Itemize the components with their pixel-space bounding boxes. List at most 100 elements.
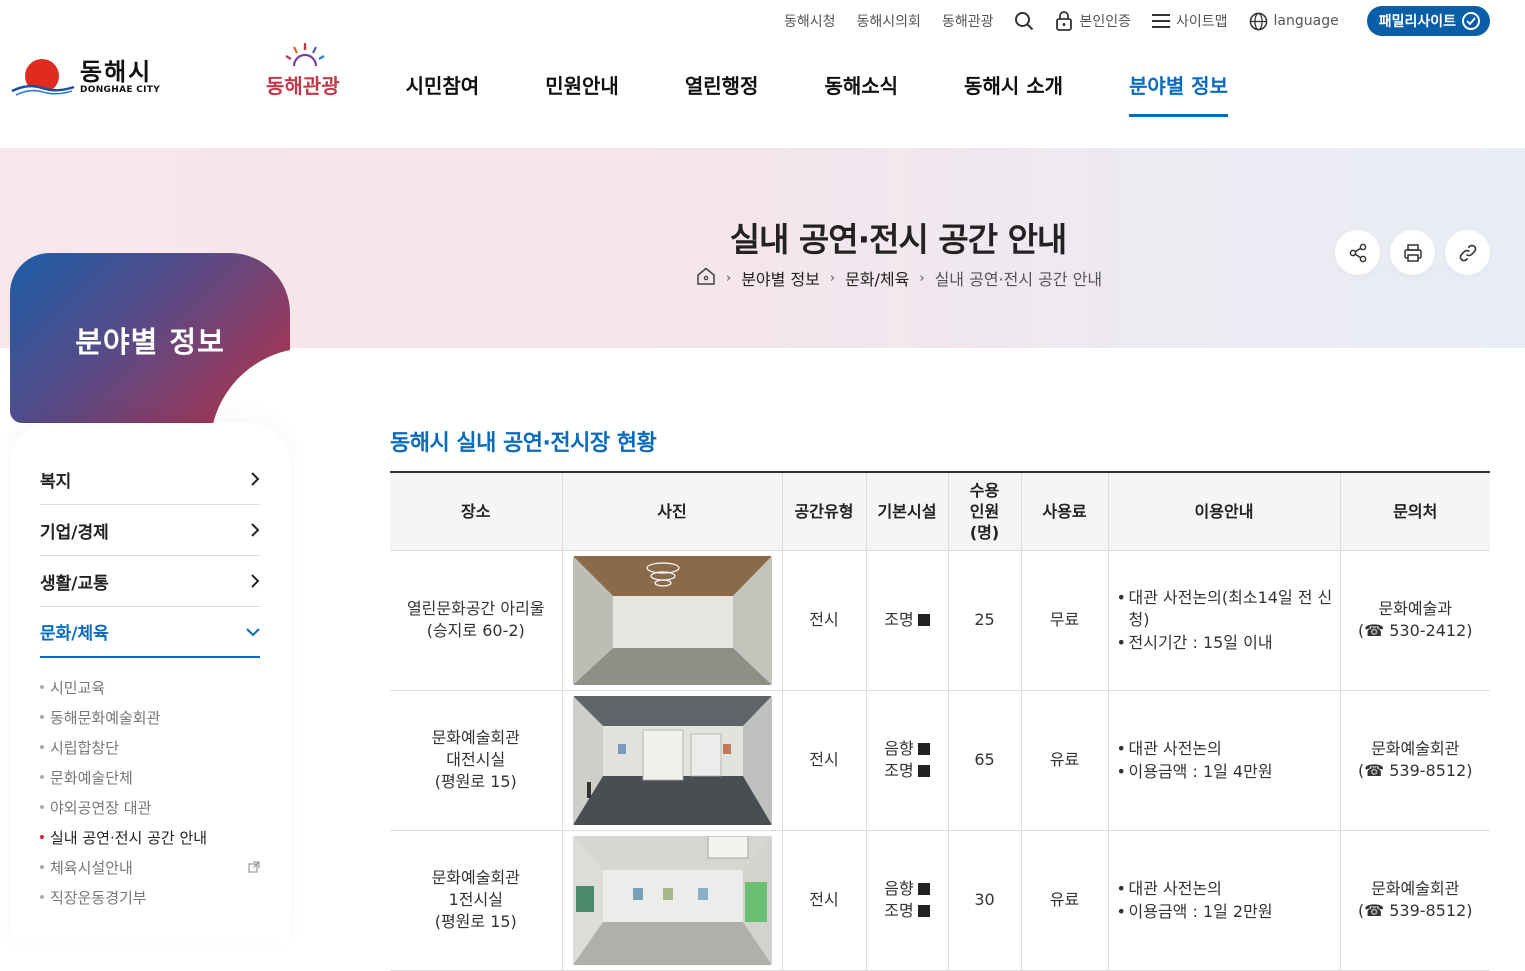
- active-indicator: [1129, 114, 1228, 117]
- language-label: language: [1273, 13, 1339, 29]
- globe-icon: [1249, 12, 1268, 31]
- square-icon: [917, 883, 930, 895]
- sidebar-item-label: 생활/교통: [40, 573, 109, 594]
- sidebar-item-label: 복지: [40, 471, 72, 492]
- table-row: 문화예술회관 대전시실 (평원로 15) 전시 음향 조명 65 유료 • 대관…: [390, 690, 1490, 831]
- sidebar-item-culture[interactable]: 문화/체육: [40, 607, 260, 658]
- gallery-photo[interactable]: [572, 695, 772, 825]
- place-name: 문화예술회관: [431, 728, 520, 747]
- submenu-label: 야외공연장 대관: [50, 798, 152, 817]
- language-link[interactable]: language: [1249, 12, 1339, 31]
- sitemap-label: 사이트맵: [1176, 14, 1228, 30]
- facility-label: 음향: [884, 879, 914, 898]
- auth-link[interactable]: 본인인증: [1055, 11, 1131, 31]
- copy-link-button[interactable]: [1445, 230, 1490, 275]
- nav-open-admin[interactable]: 열린행정: [685, 70, 759, 99]
- search-icon: [1015, 12, 1034, 31]
- cell-guide: 대관 사전논의(최소14일 전 신청) 전시기간 : 15일 이내: [1108, 550, 1341, 691]
- submenu-item[interactable]: 야외공연장 대관: [40, 792, 260, 822]
- cell-capacity: 65: [948, 690, 1022, 831]
- cell-photo: [562, 830, 783, 971]
- link-tourism[interactable]: 동해관광: [942, 11, 994, 31]
- nav-about[interactable]: 동해시 소개: [964, 70, 1063, 99]
- cell-facilities: 음향 조명: [866, 830, 949, 971]
- submenu-label: 시립합창단: [50, 738, 120, 757]
- facility-item: 조명: [867, 900, 948, 922]
- cell-type: 전시: [782, 690, 867, 831]
- chevron-right-icon: ›: [726, 270, 732, 286]
- breadcrumb-item[interactable]: 분야별 정보: [741, 266, 820, 290]
- bullet: [40, 805, 44, 809]
- header-fee: 사용료: [1021, 471, 1109, 551]
- submenu-item[interactable]: 문화예술단체: [40, 762, 260, 792]
- breadcrumb: › 분야별 정보 › 문화/체육 › 실내 공연·전시 공간 안내: [696, 266, 1102, 290]
- main-navigation: 동해관광 시민참여 민원안내 열린행정 동해소식 동해시 소개 분야별 정보: [266, 43, 1228, 117]
- family-site-label: 패밀리사이트: [1378, 14, 1456, 30]
- nav-news[interactable]: 동해소식: [824, 70, 898, 99]
- nav-participation[interactable]: 시민참여: [406, 70, 480, 99]
- cell-place: 열린문화공간 아리울 (승지로 60-2): [390, 550, 563, 691]
- submenu-item[interactable]: 시민교육: [40, 672, 260, 702]
- share-icon: [1349, 243, 1366, 262]
- cell-fee: 유료: [1021, 690, 1109, 831]
- header-capacity: 수용 인원 (명): [948, 471, 1022, 551]
- bullet: [40, 895, 44, 899]
- menu-icon: [1152, 13, 1170, 29]
- gallery-photo[interactable]: [572, 555, 772, 685]
- share-button[interactable]: [1335, 230, 1380, 275]
- logo-english-text: DONGHAE CITY: [80, 85, 161, 95]
- nav-field-info[interactable]: 분야별 정보: [1129, 70, 1228, 117]
- cell-guide: 대관 사전논의 이용금액 : 1일 4만원: [1108, 690, 1341, 831]
- gallery-photo[interactable]: [572, 835, 772, 965]
- submenu-label: 실내 공연·전시 공간 안내: [50, 828, 208, 847]
- submenu-label: 문화예술단체: [50, 768, 133, 787]
- place-name: 열린문화공간 아리울: [406, 599, 545, 618]
- link-city-hall[interactable]: 동해시청: [784, 11, 836, 31]
- site-logo[interactable]: 동해시 DONGHAE CITY: [10, 56, 160, 98]
- guide-item: 전시기간 : 15일 이내: [1117, 632, 1340, 654]
- table-row: 열린문화공간 아리울 (승지로 60-2) 전시 조명 25 무료 • 대관 사…: [390, 550, 1490, 691]
- contact-dept: 문화예술회관: [1371, 879, 1460, 898]
- sidebar-item-welfare[interactable]: 복지: [40, 454, 260, 505]
- place-room: 1전시실: [448, 890, 503, 909]
- chevron-right-icon: [251, 574, 260, 588]
- guide-item: 이용금액 : 1일 4만원: [1117, 761, 1340, 783]
- family-site-button[interactable]: 패밀리사이트: [1366, 6, 1490, 36]
- submenu-item[interactable]: 동해문화예술회관: [40, 702, 260, 732]
- square-icon: [917, 614, 930, 626]
- home-icon[interactable]: [696, 267, 716, 289]
- guide-item: 대관 사전논의(최소14일 전 신청): [1117, 587, 1340, 631]
- chevron-right-icon: ›: [829, 270, 836, 286]
- utility-bar: 동해시청 동해시의회 동해관광 본인인증 사이트맵 language 패밀리사이…: [763, 6, 1490, 36]
- facility-label: 조명: [884, 761, 914, 780]
- cell-type: 전시: [782, 550, 867, 691]
- chevron-down-icon: [246, 627, 260, 636]
- sidebar-item-living[interactable]: 생활/교통: [40, 556, 260, 607]
- facility-item: 조명: [867, 609, 948, 631]
- bullet: [40, 775, 44, 779]
- cell-photo: [562, 550, 783, 691]
- chevron-right-icon: ›: [919, 270, 925, 286]
- sidebar-item-economy[interactable]: 기업/경제: [40, 505, 260, 556]
- venue-table: 장소 사진 공간유형 기본시설 수용 인원 (명) 사용료 이용안내 문의처 열…: [390, 471, 1490, 971]
- cell-place: 문화예술회관 대전시실 (평원로 15): [390, 690, 563, 831]
- submenu-item[interactable]: 시립합창단: [40, 732, 260, 762]
- search-button[interactable]: [1014, 11, 1034, 31]
- submenu-item[interactable]: 직장운동경기부: [40, 882, 260, 912]
- nav-civil-service[interactable]: 민원안내: [545, 70, 619, 99]
- bullet: [40, 685, 44, 689]
- nav-field-info-label: 분야별 정보: [1129, 74, 1228, 98]
- contact-dept: 문화예술과: [1378, 599, 1453, 618]
- sitemap-link[interactable]: 사이트맵: [1152, 11, 1228, 31]
- nav-tourism-label: 동해관광: [266, 74, 340, 98]
- square-icon: [917, 743, 930, 755]
- submenu-label: 체육시설안내: [50, 858, 133, 877]
- submenu-item[interactable]: 체육시설안내: [40, 852, 260, 882]
- table-row: 문화예술회관 1전시실 (평원로 15) 전시 음향 조명 30 유료 • 대관…: [390, 830, 1490, 971]
- contact-dept: 문화예술회관: [1371, 739, 1460, 758]
- link-city-council[interactable]: 동해시의회: [857, 11, 921, 31]
- breadcrumb-item[interactable]: 문화/체육: [845, 266, 909, 290]
- print-button[interactable]: [1390, 230, 1435, 275]
- nav-tourism[interactable]: 동해관광: [266, 43, 340, 99]
- submenu-item-current[interactable]: 실내 공연·전시 공간 안내: [40, 822, 260, 852]
